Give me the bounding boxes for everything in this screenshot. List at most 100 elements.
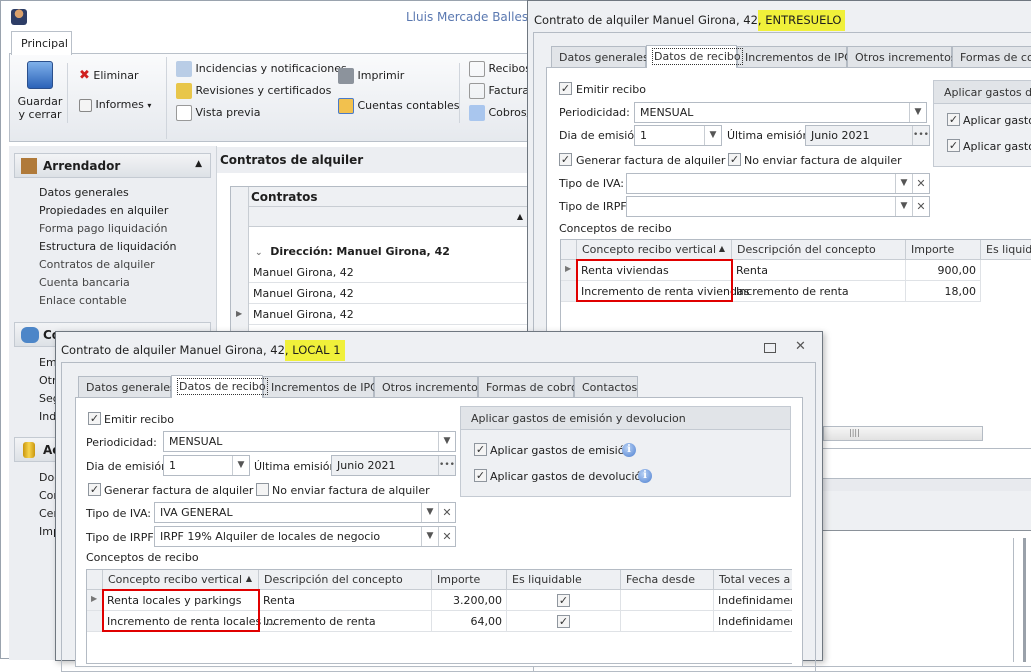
dropdown-arrow-icon[interactable]: ▼ (895, 174, 912, 193)
cell-total-veces[interactable]: Indefinidament (714, 590, 792, 611)
dropdown-arrow-icon[interactable]: ▼ (421, 503, 438, 522)
no-enviar-checkbox[interactable]: ✓ (728, 153, 741, 166)
dropdown-arrow-icon[interactable]: ▼ (421, 527, 438, 546)
ribbon-tab-principal[interactable]: Principal (11, 31, 72, 55)
tab-otros-incrementos[interactable]: Otros incrementos (847, 46, 957, 68)
accounts-button[interactable]: Cuentas contables (338, 98, 460, 114)
column-header-importe[interactable]: Importe (906, 240, 981, 260)
column-header-total-veces[interactable]: Total veces a e (714, 570, 792, 590)
payments-button[interactable]: Cobros/ (469, 105, 530, 121)
emitir-recibo-checkbox[interactable]: ✓ (559, 82, 572, 95)
tipo-iva-select[interactable]: IVA GENERAL ▼ ✕ (154, 502, 456, 523)
cell-liquidable[interactable]: ✓ (507, 611, 621, 632)
sidebar-item[interactable]: Otr (39, 374, 57, 387)
revisions-button[interactable]: Revisiones y certificados (176, 83, 331, 99)
cell-importe[interactable]: 18,00 (906, 281, 981, 302)
invoices-button[interactable]: Facturas (469, 83, 535, 99)
group-arrendador[interactable]: Arrendador ▲ (14, 153, 211, 178)
tipo-iva-select[interactable]: ▼ ✕ (626, 173, 930, 194)
cell-descripcion[interactable]: Incremento de renta (259, 611, 432, 632)
reports-button[interactable]: Informes ▾ (79, 98, 151, 112)
ellipsis-button[interactable]: ••• (912, 126, 929, 145)
sidebar-item-enlace-contable[interactable]: Enlace contable (39, 294, 127, 307)
column-header-fecha-desde[interactable]: Fecha desde (621, 570, 714, 590)
save-close-button[interactable]: Guardar y cerrar (17, 61, 63, 121)
cell-fecha-desde[interactable] (621, 611, 714, 632)
tab-contactos[interactable]: Contactos (574, 376, 638, 398)
cell-descripcion[interactable]: Incremento de renta (732, 281, 906, 302)
generar-factura-checkbox[interactable]: ✓ (559, 153, 572, 166)
sort-ascending-icon[interactable]: ▲ (249, 207, 527, 227)
horizontal-scrollbar[interactable]: |||| (823, 426, 983, 441)
table-row[interactable]: Manuel Girona, 42 (249, 262, 531, 283)
sidebar-item-propiedades[interactable]: Propiedades en alquiler (39, 204, 168, 217)
receipts-button[interactable]: Recibos (469, 61, 531, 77)
preview-button[interactable]: Vista previa (176, 105, 260, 121)
dropdown-arrow-icon[interactable]: ▼ (895, 197, 912, 216)
gastos-emision-checkbox[interactable]: ✓ (474, 443, 487, 456)
column-header-importe[interactable]: Importe (432, 570, 507, 590)
tab-otros-incrementos[interactable]: Otros incrementos (374, 376, 484, 398)
cell-liquidable[interactable]: ✓ (507, 590, 621, 611)
tab-datos-generales[interactable]: Datos generales (78, 376, 176, 398)
tab-formas-cobro[interactable]: Formas de cobr (952, 46, 1031, 68)
periodicidad-select[interactable]: MENSUAL ▼ (163, 431, 456, 452)
column-header-liquidable[interactable]: Es liquidab (981, 240, 1031, 260)
cell-importe[interactable]: 3.200,00 (432, 590, 507, 611)
clear-icon[interactable]: ✕ (912, 174, 929, 193)
tab-datos-recibo[interactable]: Datos de recibo (646, 45, 743, 68)
dia-emision-select[interactable]: 1 ▼ (163, 455, 250, 476)
tab-datos-generales[interactable]: Datos generales (551, 46, 649, 68)
column-header-concepto[interactable]: Concepto recibo vertical ▲ (577, 240, 732, 260)
ultima-emision-field[interactable]: Junio 2021 ••• (805, 125, 930, 146)
cell-total-veces[interactable]: Indefinidament (714, 611, 792, 632)
gastos-emision-checkbox[interactable]: ✓ (947, 113, 960, 126)
cell-descripcion[interactable]: Renta (259, 590, 432, 611)
emitir-recibo-checkbox[interactable]: ✓ (88, 412, 101, 425)
restore-button[interactable] (764, 343, 776, 353)
sidebar-item[interactable]: Ind (39, 410, 56, 423)
liquidable-checkbox[interactable]: ✓ (557, 615, 570, 628)
ellipsis-button[interactable]: ••• (438, 456, 455, 475)
dia-emision-select[interactable]: 1 ▼ (634, 125, 722, 146)
cell-importe[interactable]: 900,00 (906, 260, 981, 281)
no-enviar-checkbox[interactable] (256, 483, 269, 496)
sidebar-item-forma-pago[interactable]: Forma pago liquidación (39, 222, 168, 235)
column-header-concepto[interactable]: Concepto recibo vertical ▲ (103, 570, 259, 590)
column-header-descripcion[interactable]: Descripción del concepto (732, 240, 906, 260)
cell-importe[interactable]: 64,00 (432, 611, 507, 632)
table-row[interactable]: Manuel Girona, 42 (249, 304, 531, 325)
column-header-contratos[interactable]: Contratos (249, 187, 531, 207)
sidebar-item-datos-generales[interactable]: Datos generales (39, 186, 129, 199)
table-row[interactable]: Manuel Girona, 42 (249, 283, 531, 304)
generar-factura-checkbox[interactable]: ✓ (88, 483, 101, 496)
sidebar-item-estructura[interactable]: Estructura de liquidación (39, 240, 176, 253)
dropdown-arrow-icon[interactable]: ▼ (232, 456, 249, 475)
tab-incrementos-ipc[interactable]: Incrementos de IPC (737, 46, 852, 68)
incidents-button[interactable]: Incidencias y notificaciones (176, 61, 347, 77)
dropdown-arrow-icon[interactable]: ▼ (438, 432, 455, 451)
tab-formas-cobro[interactable]: Formas de cobro (478, 376, 578, 398)
column-header-descripcion[interactable]: Descripción del concepto (259, 570, 432, 590)
gastos-devolucion-checkbox[interactable]: ✓ (474, 469, 487, 482)
column-header-liquidable[interactable]: Es liquidable (507, 570, 621, 590)
sidebar-item-cuenta-bancaria[interactable]: Cuenta bancaria (39, 276, 130, 289)
periodicidad-select[interactable]: MENSUAL ▼ (634, 102, 927, 123)
liquidable-checkbox[interactable]: ✓ (557, 594, 570, 607)
cell-descripcion[interactable]: Renta (732, 260, 906, 281)
clear-icon[interactable]: ✕ (438, 503, 455, 522)
tipo-irpf-select[interactable]: IRPF 19% Alquiler de locales de negocio ▼… (154, 526, 456, 547)
close-button[interactable]: ✕ (795, 339, 806, 354)
dropdown-arrow-icon[interactable]: ▼ (704, 126, 721, 145)
group-row[interactable]: ⌄ Dirección: Manuel Girona, 42 (255, 245, 450, 258)
tab-incrementos-ipc[interactable]: Incrementos de IPC (263, 376, 378, 398)
info-icon[interactable]: i (638, 469, 652, 483)
clear-icon[interactable]: ✕ (438, 527, 455, 546)
print-button[interactable]: Imprimir (338, 68, 404, 84)
info-icon[interactable]: i (622, 443, 636, 457)
vertical-scrollbar[interactable] (1013, 538, 1026, 662)
delete-button[interactable]: ✖ Eliminar (79, 68, 138, 83)
tipo-irpf-select[interactable]: ▼ ✕ (626, 196, 930, 217)
cell-fecha-desde[interactable] (621, 590, 714, 611)
clear-icon[interactable]: ✕ (912, 197, 929, 216)
